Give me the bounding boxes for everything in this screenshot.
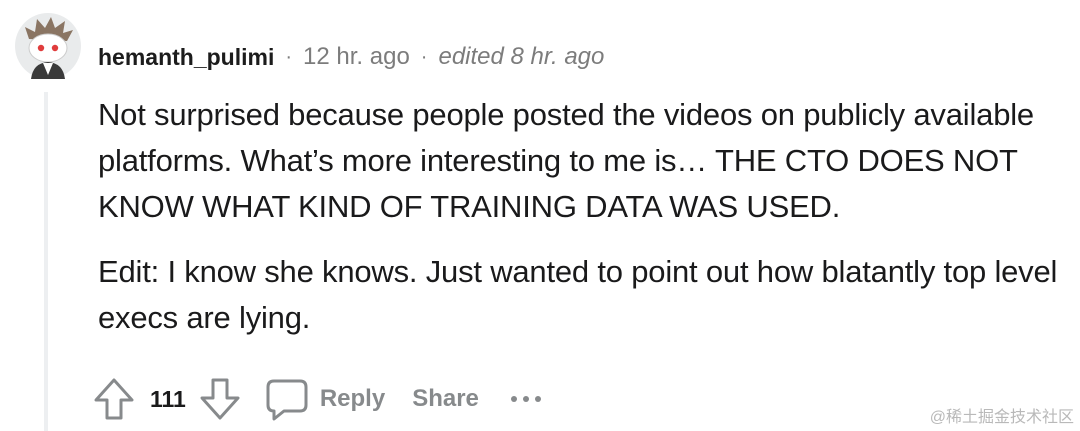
vote-count: 111 (150, 385, 186, 412)
watermark: @稀土掘金技术社区 (929, 409, 1074, 426)
downvote-button[interactable] (198, 376, 242, 422)
username-link[interactable]: hemanth_pulimi (98, 44, 274, 71)
comment-paragraph: Edit: I know she knows. Just wanted to p… (98, 254, 1058, 335)
upvote-arrow-icon (94, 378, 134, 420)
thread-line[interactable] (44, 92, 48, 431)
timestamp[interactable]: 12 hr. ago (303, 43, 410, 71)
edited-timestamp: edited 8 hr. ago (438, 43, 605, 70)
downvote-arrow-icon (200, 378, 240, 420)
comment-paragraph: Not surprised because people posted the … (98, 97, 1034, 224)
upvote-button[interactable] (92, 376, 136, 422)
comment-bubble-icon (266, 379, 308, 421)
more-dots-icon (510, 396, 541, 402)
comment-action-bar: 111 Reply Share (92, 376, 543, 422)
separator-dot: · (420, 45, 428, 68)
separator-dot: · (285, 45, 293, 68)
avatar[interactable] (15, 13, 81, 79)
reply-button[interactable]: Reply (266, 377, 385, 421)
share-button[interactable]: Share (412, 385, 479, 413)
reply-label: Reply (319, 385, 386, 412)
comment-meta: hemanth_pulimi · 12 hr. ago · edited 8 h… (98, 40, 604, 74)
comment-body: Not surprised because people posted the … (98, 92, 1080, 341)
more-options-button[interactable] (509, 394, 543, 404)
